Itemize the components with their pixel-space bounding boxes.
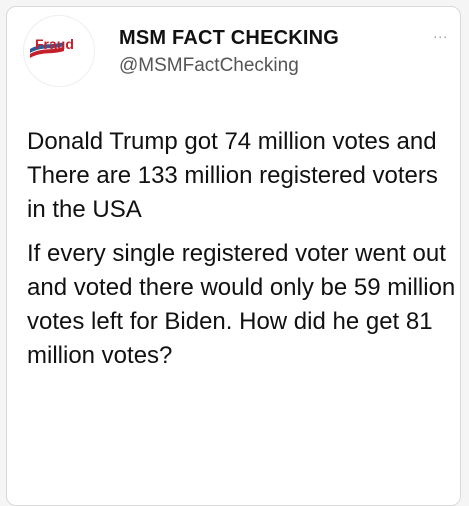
more-options-icon[interactable]: ... — [433, 25, 448, 41]
user-handle[interactable]: @MSMFactChecking — [119, 55, 299, 77]
display-name[interactable]: MSM FACT CHECKING — [119, 27, 339, 50]
tweet-paragraph-2: If every single registered voter went ou… — [27, 240, 456, 369]
tweet-header: Fraud MSM FACT CHECKING @MSMFactChecking… — [7, 7, 460, 99]
avatar[interactable]: Fraud — [23, 15, 95, 87]
tweet-text: Donald Trump got 74 million votes and Th… — [27, 125, 457, 373]
tweet-paragraph-1: Donald Trump got 74 million votes and Th… — [27, 128, 438, 223]
tweet-card: Fraud MSM FACT CHECKING @MSMFactChecking… — [6, 6, 461, 506]
avatar-logo-text: Fraud — [35, 36, 74, 52]
